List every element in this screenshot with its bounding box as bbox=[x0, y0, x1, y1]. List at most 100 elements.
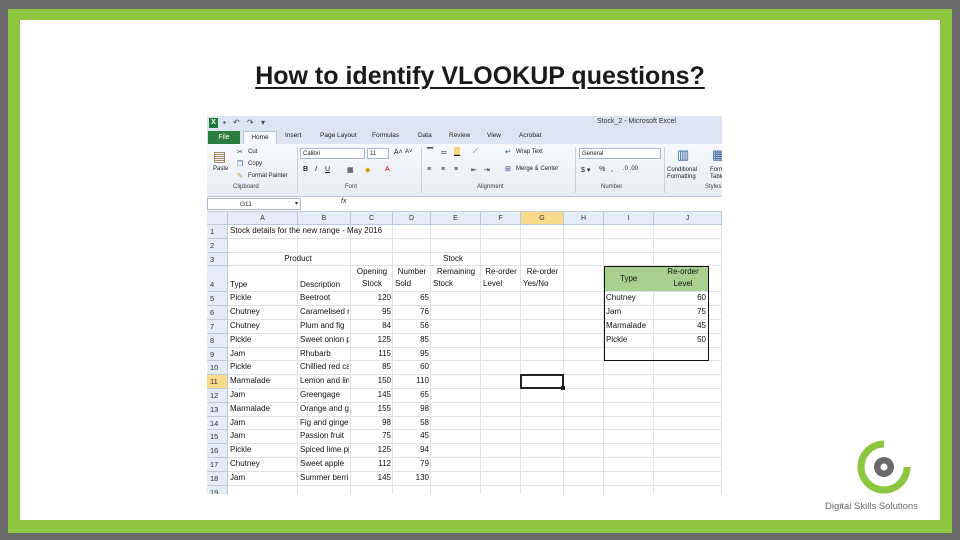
merge-center-button[interactable]: Merge & Center bbox=[516, 166, 558, 172]
tab-insert[interactable]: Insert bbox=[285, 132, 301, 139]
column-header-e[interactable]: E bbox=[431, 212, 481, 225]
row-header[interactable]: 17 bbox=[207, 458, 228, 472]
row-header[interactable]: 2 bbox=[207, 238, 228, 253]
name-box-dropdown-icon[interactable]: ▾ bbox=[295, 200, 298, 207]
align-center-icon[interactable]: ≡ bbox=[441, 166, 445, 173]
type-cell: Jam bbox=[230, 431, 246, 441]
tab-page-layout[interactable]: Page Layout bbox=[320, 132, 357, 139]
format-painter-button[interactable]: Format Painter bbox=[248, 173, 288, 179]
tab-file[interactable]: File bbox=[208, 131, 240, 144]
paste-icon[interactable]: ▤ bbox=[213, 148, 226, 165]
paste-button[interactable]: Paste bbox=[213, 166, 228, 172]
row-header[interactable]: 15 bbox=[207, 430, 228, 445]
conditional-formatting-icon[interactable]: ▥ bbox=[677, 147, 689, 163]
copy-icon[interactable]: ❐ bbox=[237, 160, 243, 168]
format-as-table-icon[interactable]: ▦ bbox=[712, 147, 722, 163]
description-cell: Caramelised red bbox=[300, 307, 349, 317]
column-header-b[interactable]: B bbox=[298, 212, 351, 225]
selected-cell[interactable] bbox=[520, 374, 564, 389]
tab-home[interactable]: Home bbox=[243, 131, 277, 144]
column-header-a[interactable]: A bbox=[228, 212, 298, 225]
tab-data[interactable]: Data bbox=[418, 132, 432, 139]
row-header[interactable]: 8 bbox=[207, 333, 228, 348]
description-cell: Sweet onion pic bbox=[300, 334, 349, 344]
tab-review[interactable]: Review bbox=[449, 132, 470, 139]
lookup-type-cell: Chutney bbox=[606, 293, 636, 303]
percent-icon[interactable]: % bbox=[599, 166, 605, 173]
italic-icon[interactable]: I bbox=[315, 166, 317, 173]
column-header-c[interactable]: C bbox=[351, 212, 393, 225]
wrap-text-button[interactable]: Wrap Text bbox=[516, 149, 543, 155]
column-header-f[interactable]: F bbox=[481, 212, 521, 225]
row-header[interactable]: 16 bbox=[207, 444, 228, 458]
comma-icon[interactable]: , bbox=[611, 166, 613, 173]
conditional-formatting-button[interactable]: Conditional Formatting bbox=[667, 167, 707, 181]
name-box[interactable]: G11 bbox=[207, 198, 301, 210]
format-painter-icon[interactable]: ✎ bbox=[237, 172, 243, 180]
row-header[interactable]: 11 bbox=[207, 375, 228, 389]
opening-stock-cell: 85 bbox=[382, 362, 391, 372]
currency-icon[interactable]: $ ▾ bbox=[581, 166, 590, 174]
type-header-cell: Type bbox=[230, 280, 248, 290]
cut-icon[interactable]: ✂ bbox=[237, 148, 243, 156]
fill-color-icon[interactable]: ◆ bbox=[365, 166, 370, 174]
row-header[interactable]: 7 bbox=[207, 320, 228, 334]
row-header[interactable]: 4 bbox=[207, 266, 228, 293]
row-header[interactable]: 18 bbox=[207, 471, 228, 486]
undo-icon[interactable]: ↶ bbox=[233, 118, 240, 127]
save-icon[interactable]: ▪ bbox=[223, 118, 226, 127]
increase-decimal-icon[interactable]: .0 .00 bbox=[623, 166, 638, 172]
align-bottom-icon[interactable]: ▁ bbox=[454, 147, 461, 156]
tab-view[interactable]: View bbox=[487, 132, 501, 139]
column-header-h[interactable]: H bbox=[564, 212, 604, 225]
fill-handle[interactable] bbox=[561, 386, 565, 390]
underline-icon[interactable]: U bbox=[325, 166, 330, 173]
row-header[interactable]: 13 bbox=[207, 402, 228, 417]
shrink-font-icon[interactable]: A˅ bbox=[405, 149, 413, 155]
font-color-icon[interactable]: A bbox=[385, 166, 390, 173]
align-right-icon[interactable]: ≡ bbox=[454, 166, 458, 173]
row-header[interactable]: 1 bbox=[207, 225, 228, 239]
row-header[interactable]: 3 bbox=[207, 252, 228, 267]
borders-icon[interactable]: ▦ bbox=[347, 166, 354, 174]
bold-icon[interactable]: B bbox=[303, 166, 308, 173]
align-top-icon[interactable]: ▔ bbox=[427, 148, 433, 157]
cut-button[interactable]: Cut bbox=[248, 149, 257, 155]
orientation-icon[interactable]: ⟋ bbox=[473, 148, 478, 156]
merge-icon[interactable]: ⊞ bbox=[505, 165, 511, 173]
wrap-text-icon[interactable]: ↵ bbox=[505, 148, 511, 156]
increase-indent-icon[interactable]: ⇥ bbox=[484, 166, 490, 174]
row-header[interactable]: 12 bbox=[207, 389, 228, 403]
row-header[interactable]: 5 bbox=[207, 292, 228, 307]
row-header[interactable]: 19 bbox=[207, 485, 228, 494]
opening-stock-cell: 112 bbox=[378, 459, 391, 468]
function-icon[interactable]: fx bbox=[341, 198, 346, 205]
row-header[interactable]: 6 bbox=[207, 306, 228, 320]
font-name-select[interactable]: Calibri bbox=[300, 148, 365, 159]
tab-formulas[interactable]: Formulas bbox=[372, 132, 399, 139]
align-left-icon[interactable]: ≡ bbox=[427, 166, 431, 173]
description-cell: Sweet apple bbox=[300, 459, 345, 468]
redo-icon[interactable]: ↷ bbox=[247, 118, 254, 127]
align-middle-icon[interactable]: ═ bbox=[441, 148, 447, 157]
company-name: Digital Skills Solutions bbox=[825, 501, 918, 512]
description-cell: Passion fruit bbox=[300, 431, 345, 441]
customize-qat-icon[interactable]: ▾ bbox=[261, 118, 265, 127]
column-header-d[interactable]: D bbox=[393, 212, 431, 225]
copy-button[interactable]: Copy bbox=[248, 161, 262, 167]
row-header[interactable]: 14 bbox=[207, 416, 228, 431]
format-as-table-button[interactable]: Format as Table bbox=[710, 167, 722, 181]
font-size-select[interactable]: 11 bbox=[367, 148, 389, 159]
decrease-indent-icon[interactable]: ⇤ bbox=[471, 166, 477, 174]
row-header[interactable]: 9 bbox=[207, 347, 228, 362]
select-all-corner[interactable] bbox=[207, 212, 228, 225]
column-header-g[interactable]: G bbox=[521, 212, 564, 225]
column-header-j[interactable]: J bbox=[654, 212, 722, 225]
tab-acrobat[interactable]: Acrobat bbox=[519, 132, 541, 139]
number-format-select[interactable]: General bbox=[579, 148, 661, 159]
sold-header-cell: Number bbox=[397, 267, 427, 277]
column-header-i[interactable]: I bbox=[604, 212, 654, 225]
description-header-cell: Description bbox=[300, 280, 341, 290]
row-header[interactable]: 10 bbox=[207, 361, 228, 376]
grow-font-icon[interactable]: A˄ bbox=[394, 149, 403, 156]
